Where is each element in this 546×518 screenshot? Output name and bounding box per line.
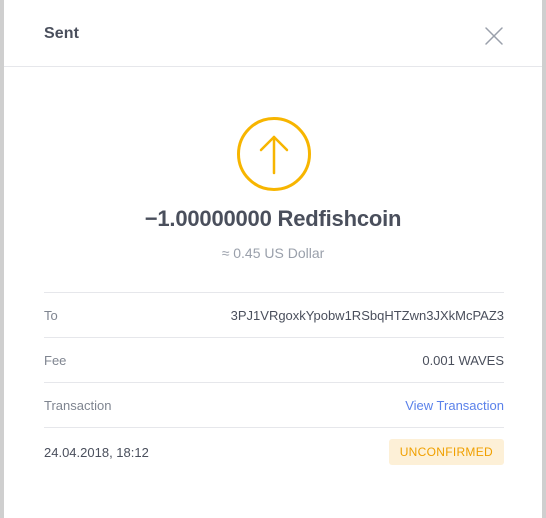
transaction-row: Transaction View Transaction	[44, 382, 504, 427]
sent-status-icon	[236, 116, 312, 192]
fee-label: Fee	[44, 353, 67, 368]
close-icon	[485, 27, 503, 45]
fiat-equivalent: ≈ 0.45 US Dollar	[221, 245, 325, 261]
recipient-row: To 3PJ1VRgoxkYpobw1RSbqHTZwn3JXkMcPAZ3	[44, 292, 504, 337]
backdrop-right	[542, 0, 546, 518]
transaction-amount: −1.00000000 Redfishcoin	[144, 206, 402, 231]
recipient-label: To	[44, 308, 58, 323]
transaction-timestamp: 24.04.2018, 18:12	[44, 445, 149, 460]
modal-header: Sent	[4, 0, 542, 67]
recipient-address: 3PJ1VRgoxkYpobw1RSbqHTZwn3JXkMcPAZ3	[230, 308, 504, 323]
transaction-details: To 3PJ1VRgoxkYpobw1RSbqHTZwn3JXkMcPAZ3 F…	[44, 292, 504, 473]
close-button[interactable]	[482, 24, 506, 48]
arrow-up-icon	[237, 117, 311, 191]
transaction-modal: Sent −1.00000000 Redfishcoin ≈ 0.45 US D…	[4, 0, 542, 518]
modal-title: Sent	[44, 25, 80, 42]
fee-value: 0.001 WAVES	[422, 353, 504, 368]
transaction-label: Transaction	[44, 398, 112, 413]
view-transaction-link[interactable]: View Transaction	[405, 398, 504, 413]
status-row: 24.04.2018, 18:12 UNCONFIRMED	[44, 427, 504, 473]
status-badge: UNCONFIRMED	[388, 439, 504, 465]
fee-row: Fee 0.001 WAVES	[44, 337, 504, 382]
